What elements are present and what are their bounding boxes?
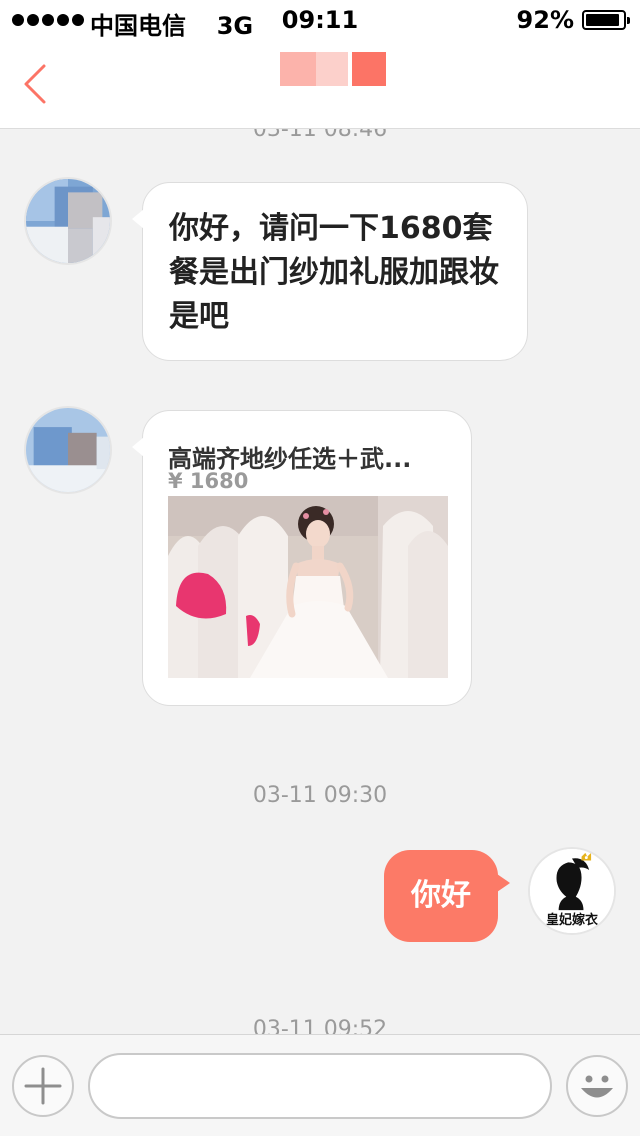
shop-logo-text: 皇妃嫁衣: [545, 913, 598, 928]
timestamp-partial: 03-11 09:52: [252, 1017, 388, 1034]
status-bar: 中国电信 3G 09:11 92%: [0, 0, 640, 40]
smiley-icon: [581, 1075, 613, 1098]
incoming-message-text: 你好，请问一下1680套餐是出门纱加礼服加跟妆是吧: [169, 211, 499, 334]
battery-icon: [582, 10, 630, 30]
battery-percent: 92%: [516, 6, 574, 34]
contact-avatar-image: [26, 179, 110, 263]
product-price: ¥ 1680: [168, 469, 249, 493]
contact-avatar[interactable]: [24, 177, 112, 265]
chevron-left-icon: [24, 64, 46, 104]
contact-avatar[interactable]: [24, 406, 112, 494]
message-input[interactable]: [88, 1053, 552, 1119]
battery-fill: [586, 14, 619, 26]
timestamp-partial: 03-11 08:46: [252, 129, 388, 142]
shop-avatar[interactable]: 皇妃嫁衣: [528, 847, 616, 935]
add-attachment-button[interactable]: [12, 1055, 74, 1117]
product-photo[interactable]: [168, 496, 448, 678]
back-button[interactable]: [14, 56, 64, 112]
emoji-button[interactable]: [566, 1055, 628, 1117]
wedding-dress-photo: [168, 496, 448, 678]
contact-avatar-image: [26, 408, 110, 492]
incoming-message-bubble[interactable]: 你好，请问一下1680套餐是出门纱加礼服加跟妆是吧: [132, 182, 528, 361]
chat-screen: 中国电信 3G 09:11 92% 03-11 08:46 你好，请问一下168…: [0, 0, 640, 1136]
product-card-bubble[interactable]: 高端齐地纱任选＋武... ¥ 1680: [132, 410, 472, 706]
nav-bar: [0, 40, 640, 129]
outgoing-message-text: 你好: [411, 878, 471, 913]
message-list[interactable]: 03-11 08:46 你好，请问一下1680套餐是出门纱加礼服加跟妆是吧 高端…: [0, 129, 640, 1034]
timestamp: 03-11 09:30: [252, 783, 388, 808]
input-bar: [0, 1034, 640, 1136]
plus-icon: [24, 1067, 62, 1105]
outgoing-message-bubble[interactable]: 你好: [384, 850, 510, 942]
contact-name-redacted: [280, 52, 386, 86]
